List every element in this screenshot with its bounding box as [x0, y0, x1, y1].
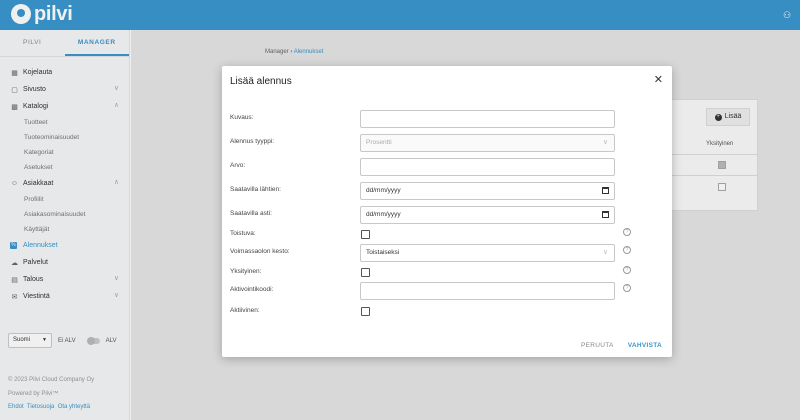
help-icon[interactable]: ? [623, 266, 631, 274]
lahtien-label: Saatavilla lähtien: [230, 186, 281, 193]
kesto-select[interactable]: Toistaiseksi ∨ [360, 244, 615, 262]
tyyppi-value: Prosentti [366, 139, 392, 146]
dialog-actions: PERUUTA VAHVISTA [567, 342, 662, 349]
row-arvo: Arvo: [230, 158, 660, 176]
kuvaus-label: Kuvaus: [230, 114, 254, 121]
arvo-input[interactable] [360, 158, 615, 176]
arvo-label: Arvo: [230, 162, 246, 169]
calendar-icon[interactable] [602, 211, 609, 218]
aktiivinen-checkbox[interactable] [361, 307, 370, 316]
row-asti: Saatavilla asti: dd/mm/yyyy [230, 206, 660, 224]
tyyppi-label: Alennus tyyppi: [230, 138, 275, 145]
yksityinen-label: Yksityinen: [230, 268, 262, 275]
cancel-button[interactable]: PERUUTA [581, 342, 614, 349]
row-yksityinen: Yksityinen: ? [230, 264, 660, 282]
lahtien-date-input[interactable]: dd/mm/yyyy [360, 182, 615, 200]
row-lahtien: Saatavilla lähtien: dd/mm/yyyy [230, 182, 660, 200]
koodi-label: Aktivointikoodi: [230, 286, 274, 293]
yksityinen-checkbox[interactable] [361, 268, 370, 277]
kesto-label: Voimassaolon kesto: [230, 248, 290, 255]
tyyppi-select[interactable]: Prosentti ∨ [360, 134, 615, 152]
kesto-value: Toistaiseksi [366, 249, 400, 256]
close-icon[interactable]: ✕ [654, 73, 663, 86]
row-aktiivinen: Aktiivinen: [230, 303, 660, 321]
help-icon[interactable]: ? [623, 246, 631, 254]
chevron-down-icon: ∨ [602, 139, 608, 146]
calendar-icon[interactable] [602, 187, 609, 194]
asti-placeholder: dd/mm/yyyy [366, 211, 401, 218]
help-icon[interactable]: ? [623, 228, 631, 236]
row-koodi: Aktivointikoodi: ? [230, 282, 660, 300]
row-toistuva: Toistuva: ? [230, 226, 660, 244]
koodi-input[interactable] [360, 282, 615, 300]
toistuva-checkbox[interactable] [361, 230, 370, 239]
row-tyyppi: Alennus tyyppi: Prosentti ∨ [230, 134, 660, 152]
toistuva-label: Toistuva: [230, 230, 256, 237]
asti-label: Saatavilla asti: [230, 210, 272, 217]
kuvaus-input[interactable] [360, 110, 615, 128]
asti-date-input[interactable]: dd/mm/yyyy [360, 206, 615, 224]
confirm-button[interactable]: VAHVISTA [628, 342, 662, 349]
row-kuvaus: Kuvaus: [230, 110, 660, 128]
row-kesto: Voimassaolon kesto: Toistaiseksi ∨ ? [230, 244, 660, 262]
help-icon[interactable]: ? [623, 284, 631, 292]
aktiivinen-label: Aktiivinen: [230, 307, 260, 314]
add-discount-dialog: Lisää alennus ✕ Kuvaus: Alennus tyyppi: … [222, 66, 672, 357]
chevron-down-icon: ∨ [602, 249, 608, 256]
dialog-title: Lisää alennus [230, 76, 292, 87]
lahtien-placeholder: dd/mm/yyyy [366, 187, 401, 194]
